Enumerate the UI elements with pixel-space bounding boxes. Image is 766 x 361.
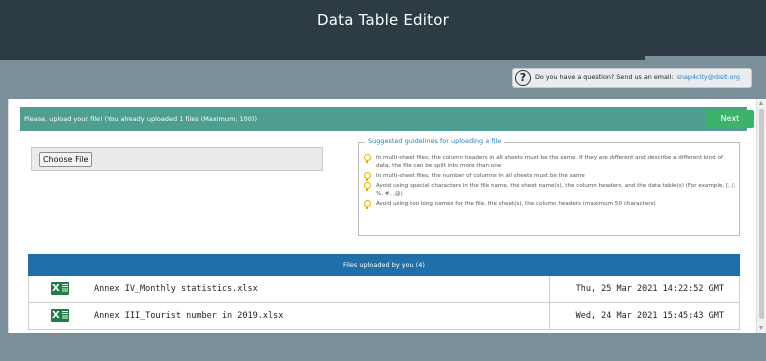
- excel-file-icon: X: [51, 282, 69, 295]
- files-table: X Annex IV_Monthly statistics.xlsx Thu, …: [28, 276, 740, 330]
- vertical-scrollbar[interactable]: [757, 99, 766, 333]
- header-corner-inner: [645, 33, 766, 56]
- date-cell: Wed, 24 Mar 2021 15:45:43 GMT: [549, 303, 740, 329]
- file-date: Wed, 24 Mar 2021 15:45:43 GMT: [575, 311, 724, 321]
- scroll-down-icon[interactable]: [759, 326, 763, 330]
- upload-panel: Please, upload your file! (You already u…: [8, 99, 757, 361]
- help-box: ? Do you have a question? Send us an ema…: [512, 68, 752, 88]
- question-circle-icon: ?: [515, 70, 531, 86]
- guideline-item: In multi-sheet files, the number of colu…: [363, 172, 737, 181]
- table-row[interactable]: X Annex III_Tourist number in 2019.xlsx …: [29, 303, 739, 330]
- guideline-item: Avoid using too long names for the file,…: [363, 200, 737, 209]
- file-upload-box: Choose File: [31, 147, 323, 171]
- files-table-title: Files uploaded by you (4): [343, 261, 425, 269]
- help-email-link[interactable]: snap4city@disit.org: [677, 73, 740, 81]
- guidelines-list: In multi-sheet files, the column headers…: [363, 154, 737, 210]
- lightbulb-icon: [364, 200, 371, 209]
- guideline-text: Avoid using special characters in the fi…: [376, 183, 736, 197]
- guideline-text: In multi-sheet files, the number of colu…: [376, 173, 585, 179]
- choose-file-button[interactable]: Choose File: [39, 152, 93, 167]
- lightbulb-icon: [364, 182, 371, 191]
- file-name[interactable]: Annex IV_Monthly statistics.xlsx: [94, 284, 258, 294]
- footer-strip: [0, 333, 766, 361]
- page-title: Data Table Editor: [317, 11, 449, 29]
- guidelines-title: Suggested guidelines for uploading a fil…: [365, 137, 505, 145]
- guideline-text: Avoid using too long names for the file,…: [376, 201, 656, 207]
- date-cell: Thu, 25 Mar 2021 14:22:52 GMT: [549, 276, 740, 302]
- files-table-header: Files uploaded by you (4): [28, 254, 740, 276]
- excel-file-icon: X: [51, 309, 69, 322]
- header-tab-strip: [0, 56, 645, 60]
- table-row[interactable]: X Annex IV_Monthly statistics.xlsx Thu, …: [29, 276, 739, 303]
- scroll-thumb[interactable]: [759, 109, 764, 319]
- upload-message: Please, upload your file! (You already u…: [24, 115, 258, 123]
- help-text: Do you have a question? Send us an email…: [535, 73, 740, 81]
- next-button[interactable]: Next: [706, 110, 754, 128]
- guideline-text: In multi-sheet files, the column headers…: [376, 155, 723, 169]
- upload-bar: Please, upload your file! (You already u…: [20, 107, 754, 131]
- guidelines-box: Suggested guidelines for uploading a fil…: [358, 137, 740, 236]
- guideline-item: In multi-sheet files, the column headers…: [363, 154, 737, 170]
- lightbulb-icon: [364, 172, 371, 181]
- guideline-item: Avoid using special characters in the fi…: [363, 182, 737, 198]
- help-question: Do you have a question? Send us an email…: [535, 73, 674, 81]
- file-name[interactable]: Annex III_Tourist number in 2019.xlsx: [94, 311, 283, 321]
- lightbulb-icon: [364, 154, 371, 163]
- file-date: Thu, 25 Mar 2021 14:22:52 GMT: [575, 284, 724, 294]
- scroll-up-icon[interactable]: [759, 101, 763, 105]
